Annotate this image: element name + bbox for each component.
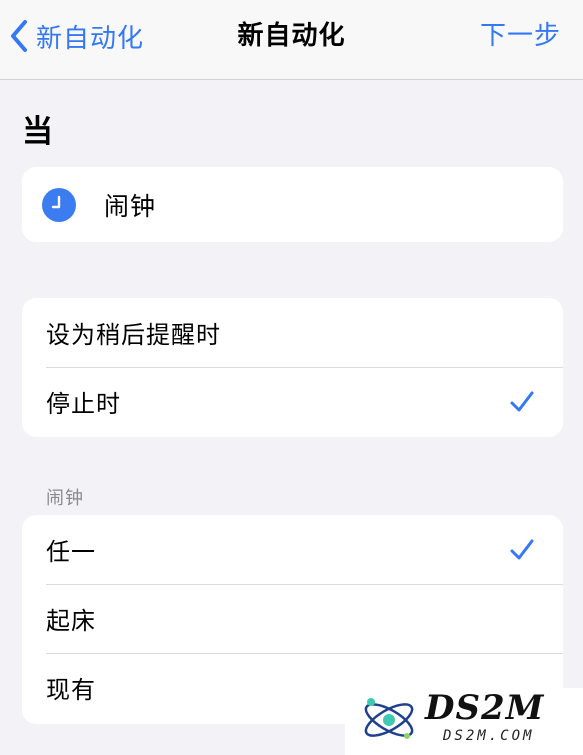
- trigger-card: 闹钟: [22, 167, 563, 242]
- option-label: 停止时: [46, 390, 121, 418]
- option-label: 设为稍后提醒时: [46, 321, 221, 349]
- option-label: 现有: [46, 676, 96, 704]
- checkmark-icon: [510, 539, 534, 559]
- clock-icon: [42, 187, 76, 222]
- watermark: DS2M DS2M.COM: [345, 688, 583, 755]
- next-button[interactable]: 下一步: [480, 14, 561, 58]
- option-row-snooze[interactable]: 设为稍后提醒时: [22, 298, 563, 367]
- checkmark-icon: [510, 391, 534, 411]
- navigation-bar: 新自动化 新自动化 下一步: [0, 0, 583, 80]
- option-label: 任一: [46, 538, 96, 566]
- option-label: 起床: [46, 607, 96, 635]
- timing-options-card: 设为稍后提醒时 停止时: [22, 298, 563, 437]
- watermark-text: DS2M: [425, 688, 545, 728]
- watermark-logo-icon: [364, 698, 414, 739]
- trigger-row[interactable]: 闹钟: [22, 167, 563, 242]
- when-section-header: 当: [22, 114, 53, 150]
- watermark-subtext: DS2M.COM: [443, 728, 535, 744]
- trigger-label: 闹钟: [104, 191, 157, 221]
- option-row-any[interactable]: 任一: [22, 515, 563, 584]
- option-row-stop[interactable]: 停止时: [22, 367, 563, 436]
- automation-page: 新自动化 新自动化 下一步 当 闹钟 设为稍后提醒时 停止时 闹钟 任一 起床 …: [0, 0, 583, 755]
- option-row-wake-up[interactable]: 起床: [22, 584, 563, 653]
- alarm-section-header: 闹钟: [46, 488, 84, 509]
